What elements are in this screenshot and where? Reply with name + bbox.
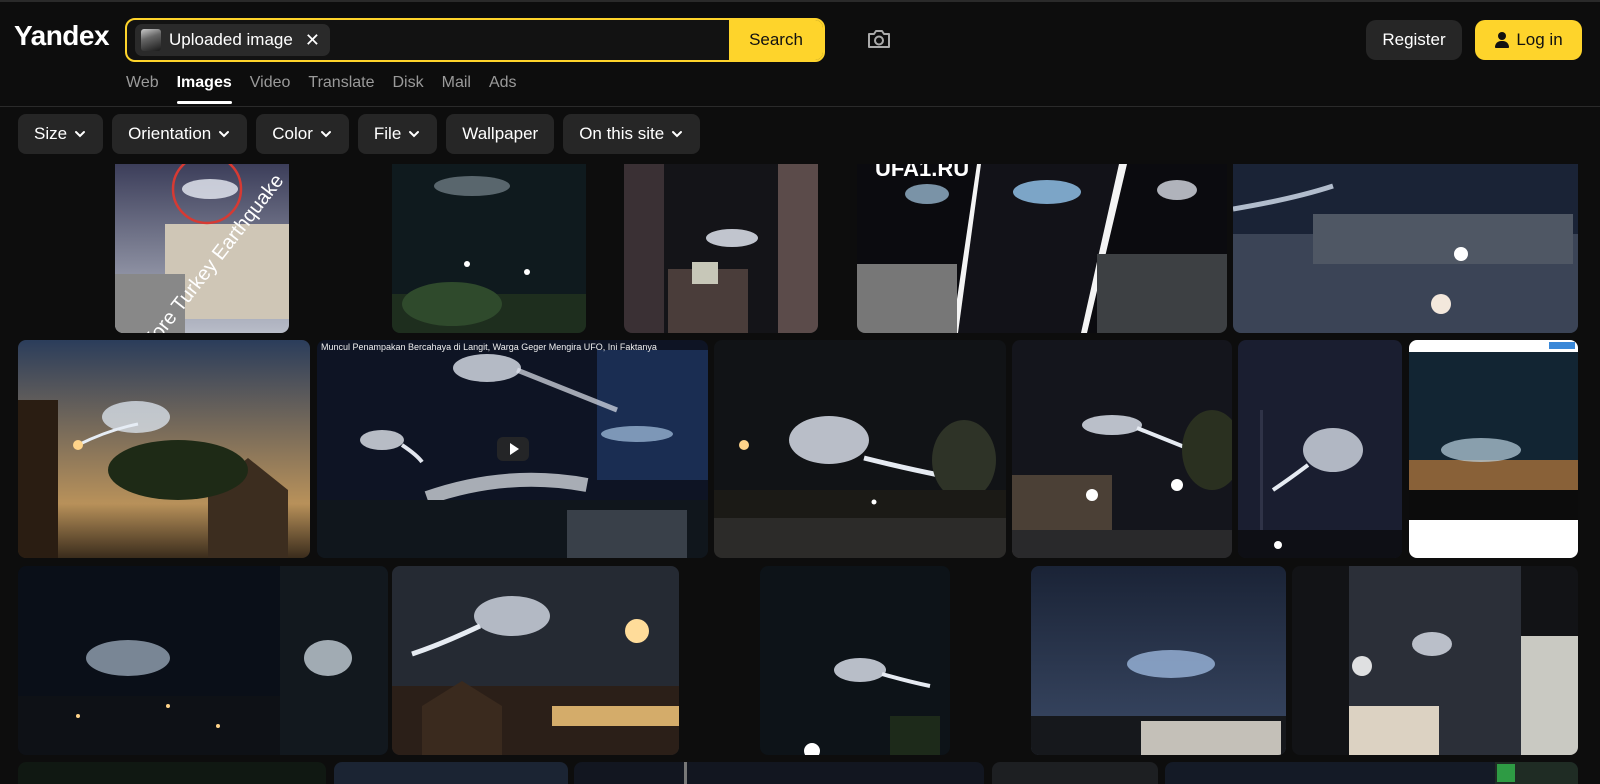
- filter-color[interactable]: Color: [256, 114, 349, 154]
- result-image[interactable]: [1165, 762, 1578, 784]
- filter-orientation[interactable]: Orientation: [112, 114, 248, 154]
- filter-file[interactable]: File: [357, 114, 438, 154]
- chevron-down-icon: [672, 131, 683, 138]
- result-image[interactable]: UFA1.RU: [857, 164, 1227, 333]
- result-image[interactable]: [1409, 340, 1578, 558]
- tab-mail[interactable]: Mail: [442, 74, 471, 102]
- filter-bar: Size Orientation Color File Wallpaper On…: [18, 114, 701, 154]
- result-image[interactable]: [1233, 164, 1578, 333]
- result-image[interactable]: [714, 340, 1006, 558]
- filter-wallpaper[interactable]: Wallpaper: [446, 114, 555, 154]
- user-icon: [1494, 32, 1510, 48]
- chevron-down-icon: [320, 131, 331, 138]
- register-button[interactable]: Register: [1366, 20, 1462, 60]
- filter-on-this-site[interactable]: On this site: [563, 114, 701, 154]
- search-button[interactable]: Search: [729, 20, 823, 60]
- chevron-down-icon: [409, 131, 420, 138]
- result-image[interactable]: [992, 762, 1158, 784]
- watermark-ufa1: UFA1.RU: [875, 164, 970, 181]
- result-image[interactable]: [624, 164, 818, 333]
- uploaded-image-chip[interactable]: Uploaded image ✕: [135, 24, 330, 56]
- yandex-logo[interactable]: Yandex: [14, 20, 110, 52]
- tab-web[interactable]: Web: [126, 74, 159, 102]
- filter-wallpaper-label: Wallpaper: [462, 124, 539, 143]
- uploaded-image-label: Uploaded image: [169, 30, 293, 49]
- top-border: [0, 0, 1600, 2]
- result-image[interactable]: [18, 762, 326, 784]
- filter-color-label: Color: [272, 124, 313, 143]
- login-label: Log in: [1516, 30, 1563, 49]
- chevron-down-icon: [219, 131, 230, 138]
- filter-file-label: File: [373, 124, 402, 143]
- result-video[interactable]: Muncul Penampakan Bercahaya di Langit, W…: [317, 340, 708, 558]
- tab-disk[interactable]: Disk: [393, 74, 424, 102]
- result-image[interactable]: [1292, 566, 1578, 755]
- uploaded-image-thumbnail: [141, 29, 161, 51]
- search-box[interactable]: Uploaded image ✕ Search: [125, 18, 825, 62]
- camera-icon[interactable]: [866, 28, 892, 50]
- result-image[interactable]: [18, 340, 310, 558]
- result-image[interactable]: [1031, 566, 1286, 755]
- video-caption: Muncul Penampakan Bercahaya di Langit, W…: [321, 342, 657, 352]
- filter-size[interactable]: Size: [18, 114, 104, 154]
- result-image[interactable]: [392, 164, 586, 333]
- tab-video[interactable]: Video: [250, 74, 291, 102]
- filter-orientation-label: Orientation: [128, 124, 212, 143]
- chevron-down-icon: [75, 131, 86, 138]
- result-image[interactable]: [760, 566, 950, 755]
- result-image[interactable]: fore Turkey Earthquake: [115, 164, 289, 333]
- result-image[interactable]: [574, 762, 984, 784]
- header-divider: [0, 106, 1600, 107]
- result-image[interactable]: [334, 762, 568, 784]
- result-image[interactable]: [1012, 340, 1232, 558]
- result-image[interactable]: [1238, 340, 1402, 558]
- tab-ads[interactable]: Ads: [489, 74, 517, 102]
- login-button[interactable]: Log in: [1475, 20, 1582, 60]
- close-icon[interactable]: ✕: [305, 31, 320, 49]
- service-tabs: Web Images Video Translate Disk Mail Ads: [126, 74, 517, 104]
- filter-on-this-site-label: On this site: [579, 124, 665, 143]
- result-image[interactable]: [18, 566, 388, 755]
- tab-translate[interactable]: Translate: [308, 74, 374, 102]
- tab-images[interactable]: Images: [176, 74, 232, 104]
- filter-size-label: Size: [34, 124, 68, 143]
- play-icon[interactable]: [496, 437, 529, 461]
- result-image[interactable]: [392, 566, 679, 755]
